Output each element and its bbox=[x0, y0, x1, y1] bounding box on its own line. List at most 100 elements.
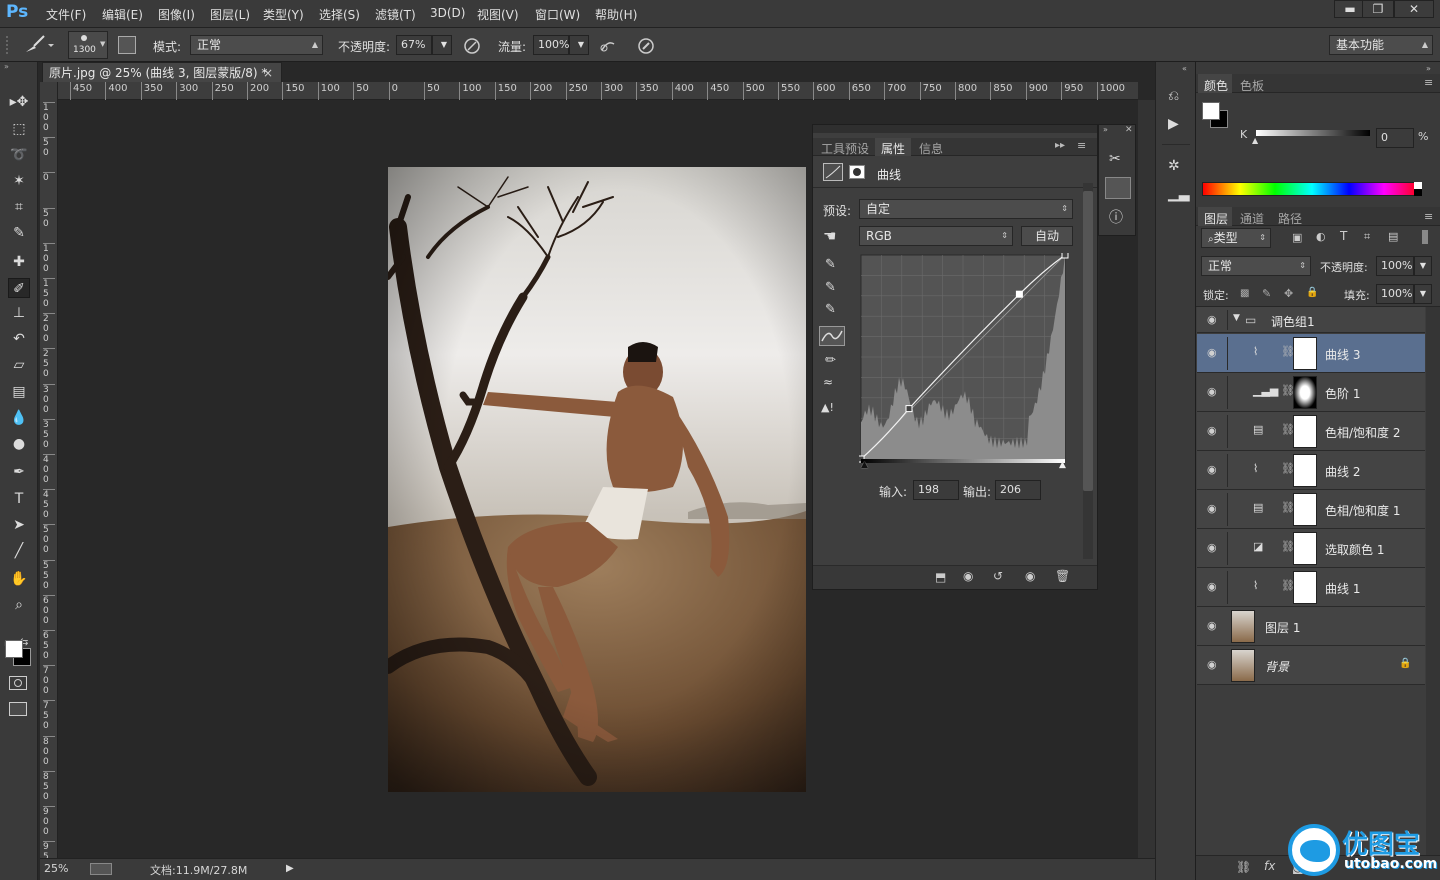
tab-info[interactable]: 信息 bbox=[919, 140, 943, 157]
filter-pixel-icon[interactable]: ▣ bbox=[1292, 231, 1302, 244]
stamp-tool-icon[interactable]: ⊥ bbox=[8, 303, 30, 323]
pressure-opacity-icon[interactable] bbox=[462, 36, 482, 59]
brush-preset-picker[interactable]: 1300 ▼ bbox=[68, 31, 108, 59]
panel-menu-icon[interactable]: ≡ bbox=[1424, 76, 1433, 89]
layer-mask-thumbnail[interactable] bbox=[1293, 454, 1317, 487]
visibility-eye-icon[interactable]: ◉ bbox=[1025, 569, 1035, 583]
layer-mask-thumbnail[interactable] bbox=[1293, 532, 1317, 565]
move-tool-icon[interactable]: ▸✥ bbox=[8, 92, 30, 112]
expand-panel-icon[interactable]: ▸▸ bbox=[1055, 140, 1065, 151]
output-value-field[interactable]: 206 bbox=[995, 480, 1041, 500]
filter-adjustment-icon[interactable]: ◐ bbox=[1316, 230, 1326, 243]
tool-presets-icon[interactable]: ✂ bbox=[1109, 151, 1121, 167]
menu-item-1[interactable]: 编辑(E) bbox=[102, 6, 143, 23]
vertical-scrollbar[interactable] bbox=[1138, 100, 1155, 858]
white-swatch-corner[interactable] bbox=[1414, 182, 1422, 189]
layer-thumbnail[interactable] bbox=[1231, 610, 1255, 643]
layer-row[interactable]: ◉ ▁▃▅ ⛓ 色阶 1 bbox=[1197, 373, 1425, 412]
pencil-draw-icon[interactable]: ✏ bbox=[825, 353, 836, 368]
layer-mask-thumbnail[interactable] bbox=[1293, 415, 1317, 448]
visibility-eye-icon[interactable]: ◉ bbox=[1207, 502, 1217, 515]
k-slider-track[interactable] bbox=[1256, 130, 1370, 136]
white-slider-handle[interactable]: ▲ bbox=[1059, 460, 1066, 470]
input-value-field[interactable]: 198 bbox=[913, 480, 959, 500]
blur-tool-icon[interactable]: 💧 bbox=[8, 408, 30, 428]
menu-item-9[interactable]: 窗口(W) bbox=[535, 6, 580, 23]
layer-mask-thumbnail[interactable] bbox=[1293, 337, 1317, 370]
visibility-eye-icon[interactable]: ◉ bbox=[1207, 580, 1217, 593]
filter-type-icon[interactable]: T bbox=[1340, 229, 1347, 243]
curve-control-point[interactable] bbox=[1061, 253, 1069, 259]
dodge-tool-icon[interactable]: ● bbox=[8, 434, 30, 454]
black-swatch-corner[interactable] bbox=[1414, 189, 1422, 196]
black-point-eyedropper-icon[interactable]: ✎ bbox=[825, 257, 836, 272]
lock-all-icon[interactable]: 🔒 bbox=[1306, 287, 1318, 298]
line-tool-icon[interactable]: ╱ bbox=[8, 541, 30, 561]
curve-control-point[interactable] bbox=[1015, 290, 1023, 298]
k-value-field[interactable]: 0 bbox=[1376, 128, 1414, 148]
document-image[interactable] bbox=[388, 167, 806, 792]
curve-control-point[interactable] bbox=[905, 405, 913, 413]
adjustments-panel-icon[interactable]: ✲ bbox=[1168, 158, 1180, 174]
layers-scrollbar[interactable] bbox=[1426, 307, 1440, 855]
clipping-warning-icon[interactable]: ▲! bbox=[821, 401, 834, 414]
white-point-eyedropper-icon[interactable]: ✎ bbox=[825, 302, 836, 317]
layer-row[interactable]: ◉ ⌇ ⛓ 曲线 1 bbox=[1197, 568, 1425, 607]
lock-pixels-icon[interactable]: ✎ bbox=[1262, 287, 1271, 300]
airbrush-icon[interactable] bbox=[598, 36, 618, 59]
layer-group-row[interactable]: ◉ ▼ ▭ 调色组1 bbox=[1197, 307, 1425, 333]
panel-menu-icon[interactable]: ≡ bbox=[1424, 210, 1433, 223]
mode-select[interactable]: 正常 ▲ bbox=[190, 35, 323, 55]
menu-item-0[interactable]: 文件(F) bbox=[46, 6, 86, 23]
auto-button[interactable]: 自动 bbox=[1021, 226, 1073, 246]
filter-shape-icon[interactable]: ⌗ bbox=[1364, 230, 1370, 244]
layer-row[interactable]: ◉ ▤ ⛓ 色相/饱和度 1 bbox=[1197, 490, 1425, 529]
opacity-slider-button[interactable]: ▼ bbox=[432, 35, 452, 55]
gray-point-eyedropper-icon[interactable]: ✎ bbox=[825, 280, 836, 295]
layer-opacity-slider-button[interactable]: ▼ bbox=[1414, 256, 1432, 276]
brush-tool-icon[interactable] bbox=[22, 34, 54, 59]
menu-item-10[interactable]: 帮助(H) bbox=[595, 6, 637, 23]
visibility-eye-icon[interactable]: ◉ bbox=[1207, 313, 1217, 326]
visibility-eye-icon[interactable]: ◉ bbox=[1207, 541, 1217, 554]
eraser-tool-icon[interactable]: ▱ bbox=[8, 355, 30, 375]
foreground-color-swatch[interactable] bbox=[5, 640, 23, 658]
layer-mask-thumbnail[interactable] bbox=[1293, 376, 1317, 409]
curve-edit-tool-icon[interactable] bbox=[819, 326, 845, 346]
layer-row[interactable]: ◉ ▤ ⛓ 色相/饱和度 2 bbox=[1197, 412, 1425, 451]
path-select-tool-icon[interactable]: ➤ bbox=[8, 515, 30, 535]
history-brush-tool-icon[interactable]: ↶ bbox=[8, 329, 30, 349]
properties-scrollbar[interactable] bbox=[1083, 183, 1093, 559]
actions-play-icon[interactable]: ▶ bbox=[1168, 116, 1179, 132]
magic-wand-tool-icon[interactable]: ✶ bbox=[8, 171, 30, 191]
menu-item-7[interactable]: 3D(D) bbox=[430, 6, 465, 20]
channel-select[interactable]: RGB ⇕ bbox=[859, 226, 1013, 246]
pen-tool-icon[interactable]: ✒ bbox=[8, 462, 30, 482]
layer-mask-thumbnail[interactable] bbox=[1293, 493, 1317, 526]
lock-transparency-icon[interactable]: ▩ bbox=[1240, 288, 1249, 299]
tab-layers[interactable]: 图层 bbox=[1204, 210, 1228, 227]
layer-row[interactable]: ◉ ⌇ ⛓ 曲线 3 bbox=[1197, 334, 1425, 373]
type-tool-icon[interactable]: T bbox=[8, 489, 30, 509]
tab-swatches[interactable]: 色板 bbox=[1240, 77, 1264, 94]
zoom-tool-icon[interactable]: ⌕ bbox=[8, 595, 30, 615]
fill-field[interactable]: 100% bbox=[1376, 284, 1414, 304]
layer-row[interactable]: ◉ 图层 1 bbox=[1197, 607, 1425, 646]
hand-tool-icon[interactable]: ✋ bbox=[8, 569, 30, 589]
layer-mask-thumbnail[interactable] bbox=[1293, 571, 1317, 604]
eyedropper-tool-icon[interactable]: ✎ bbox=[8, 223, 30, 243]
panel-menu-icon[interactable]: ≡ bbox=[1077, 139, 1086, 152]
flow-input[interactable]: 100% bbox=[533, 35, 569, 55]
visibility-eye-icon[interactable]: ◉ bbox=[1207, 619, 1217, 632]
visibility-eye-icon[interactable]: ◉ bbox=[1207, 658, 1217, 671]
document-tab[interactable]: 原片.jpg @ 25% (曲线 3, 图层蒙版/8) * × bbox=[42, 62, 282, 84]
tab-color[interactable]: 颜色 bbox=[1204, 77, 1228, 94]
smooth-curve-icon[interactable]: ≈ bbox=[823, 375, 833, 389]
marquee-tool-icon[interactable]: ⬚ bbox=[8, 119, 30, 139]
brush-panel-toggle-icon[interactable] bbox=[118, 36, 136, 54]
filter-toggle[interactable] bbox=[1422, 230, 1428, 244]
flow-slider-button[interactable]: ▼ bbox=[569, 35, 589, 55]
clip-to-layer-icon[interactable]: ⬒ bbox=[935, 570, 946, 584]
preset-select[interactable]: 自定 ⇕ bbox=[859, 199, 1073, 219]
properties-panel-icon[interactable] bbox=[1105, 177, 1131, 199]
